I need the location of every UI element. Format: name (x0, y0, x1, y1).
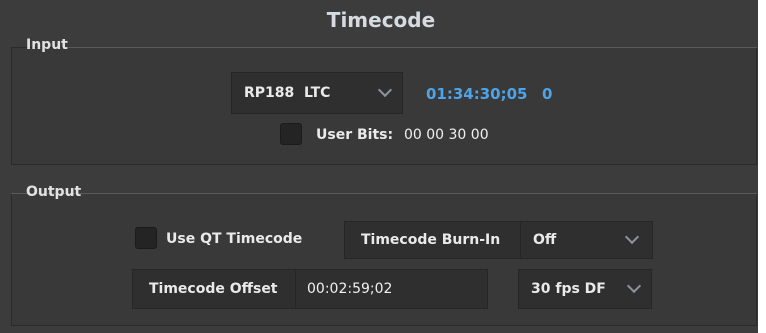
timecode-offset-field[interactable]: Timecode Offset 00:02:59;02 (132, 269, 488, 309)
output-section-label: Output (26, 184, 82, 200)
input-frame-field: 0 (542, 85, 553, 103)
fps-select[interactable]: 30 fps DF (518, 269, 652, 309)
timecode-panel: Timecode Input RP188 LTC 01:34:30;05 0 U… (0, 0, 762, 333)
chevron-down-icon (627, 232, 637, 242)
input-source-select[interactable]: RP188 LTC (231, 72, 403, 114)
output-divider (11, 193, 757, 194)
burn-in-separator (520, 222, 521, 258)
use-qt-timecode-checkbox[interactable] (135, 227, 157, 249)
fps-value: 30 fps DF (531, 281, 606, 297)
user-bits-label: User Bits: (316, 127, 394, 143)
chevron-down-icon (629, 281, 639, 291)
offset-separator (295, 270, 296, 308)
timecode-offset-label: Timecode Offset (149, 281, 278, 297)
input-divider (66, 47, 757, 48)
panel-title: Timecode (326, 8, 436, 32)
burn-in-label: Timecode Burn-In (361, 232, 501, 248)
user-bits-checkbox[interactable] (280, 123, 302, 145)
use-qt-timecode-label: Use QT Timecode (166, 231, 303, 247)
input-timecode-readout: 01:34:30;05 (426, 85, 528, 103)
input-source-value: RP188 LTC (244, 85, 331, 101)
timecode-offset-value: 00:02:59;02 (307, 281, 393, 297)
burn-in-select[interactable]: Timecode Burn-In Off (344, 221, 653, 259)
burn-in-value: Off (533, 232, 557, 248)
chevron-down-icon (380, 85, 390, 95)
user-bits-value: 00 00 30 00 (404, 127, 489, 143)
input-section-label: Input (26, 37, 68, 53)
